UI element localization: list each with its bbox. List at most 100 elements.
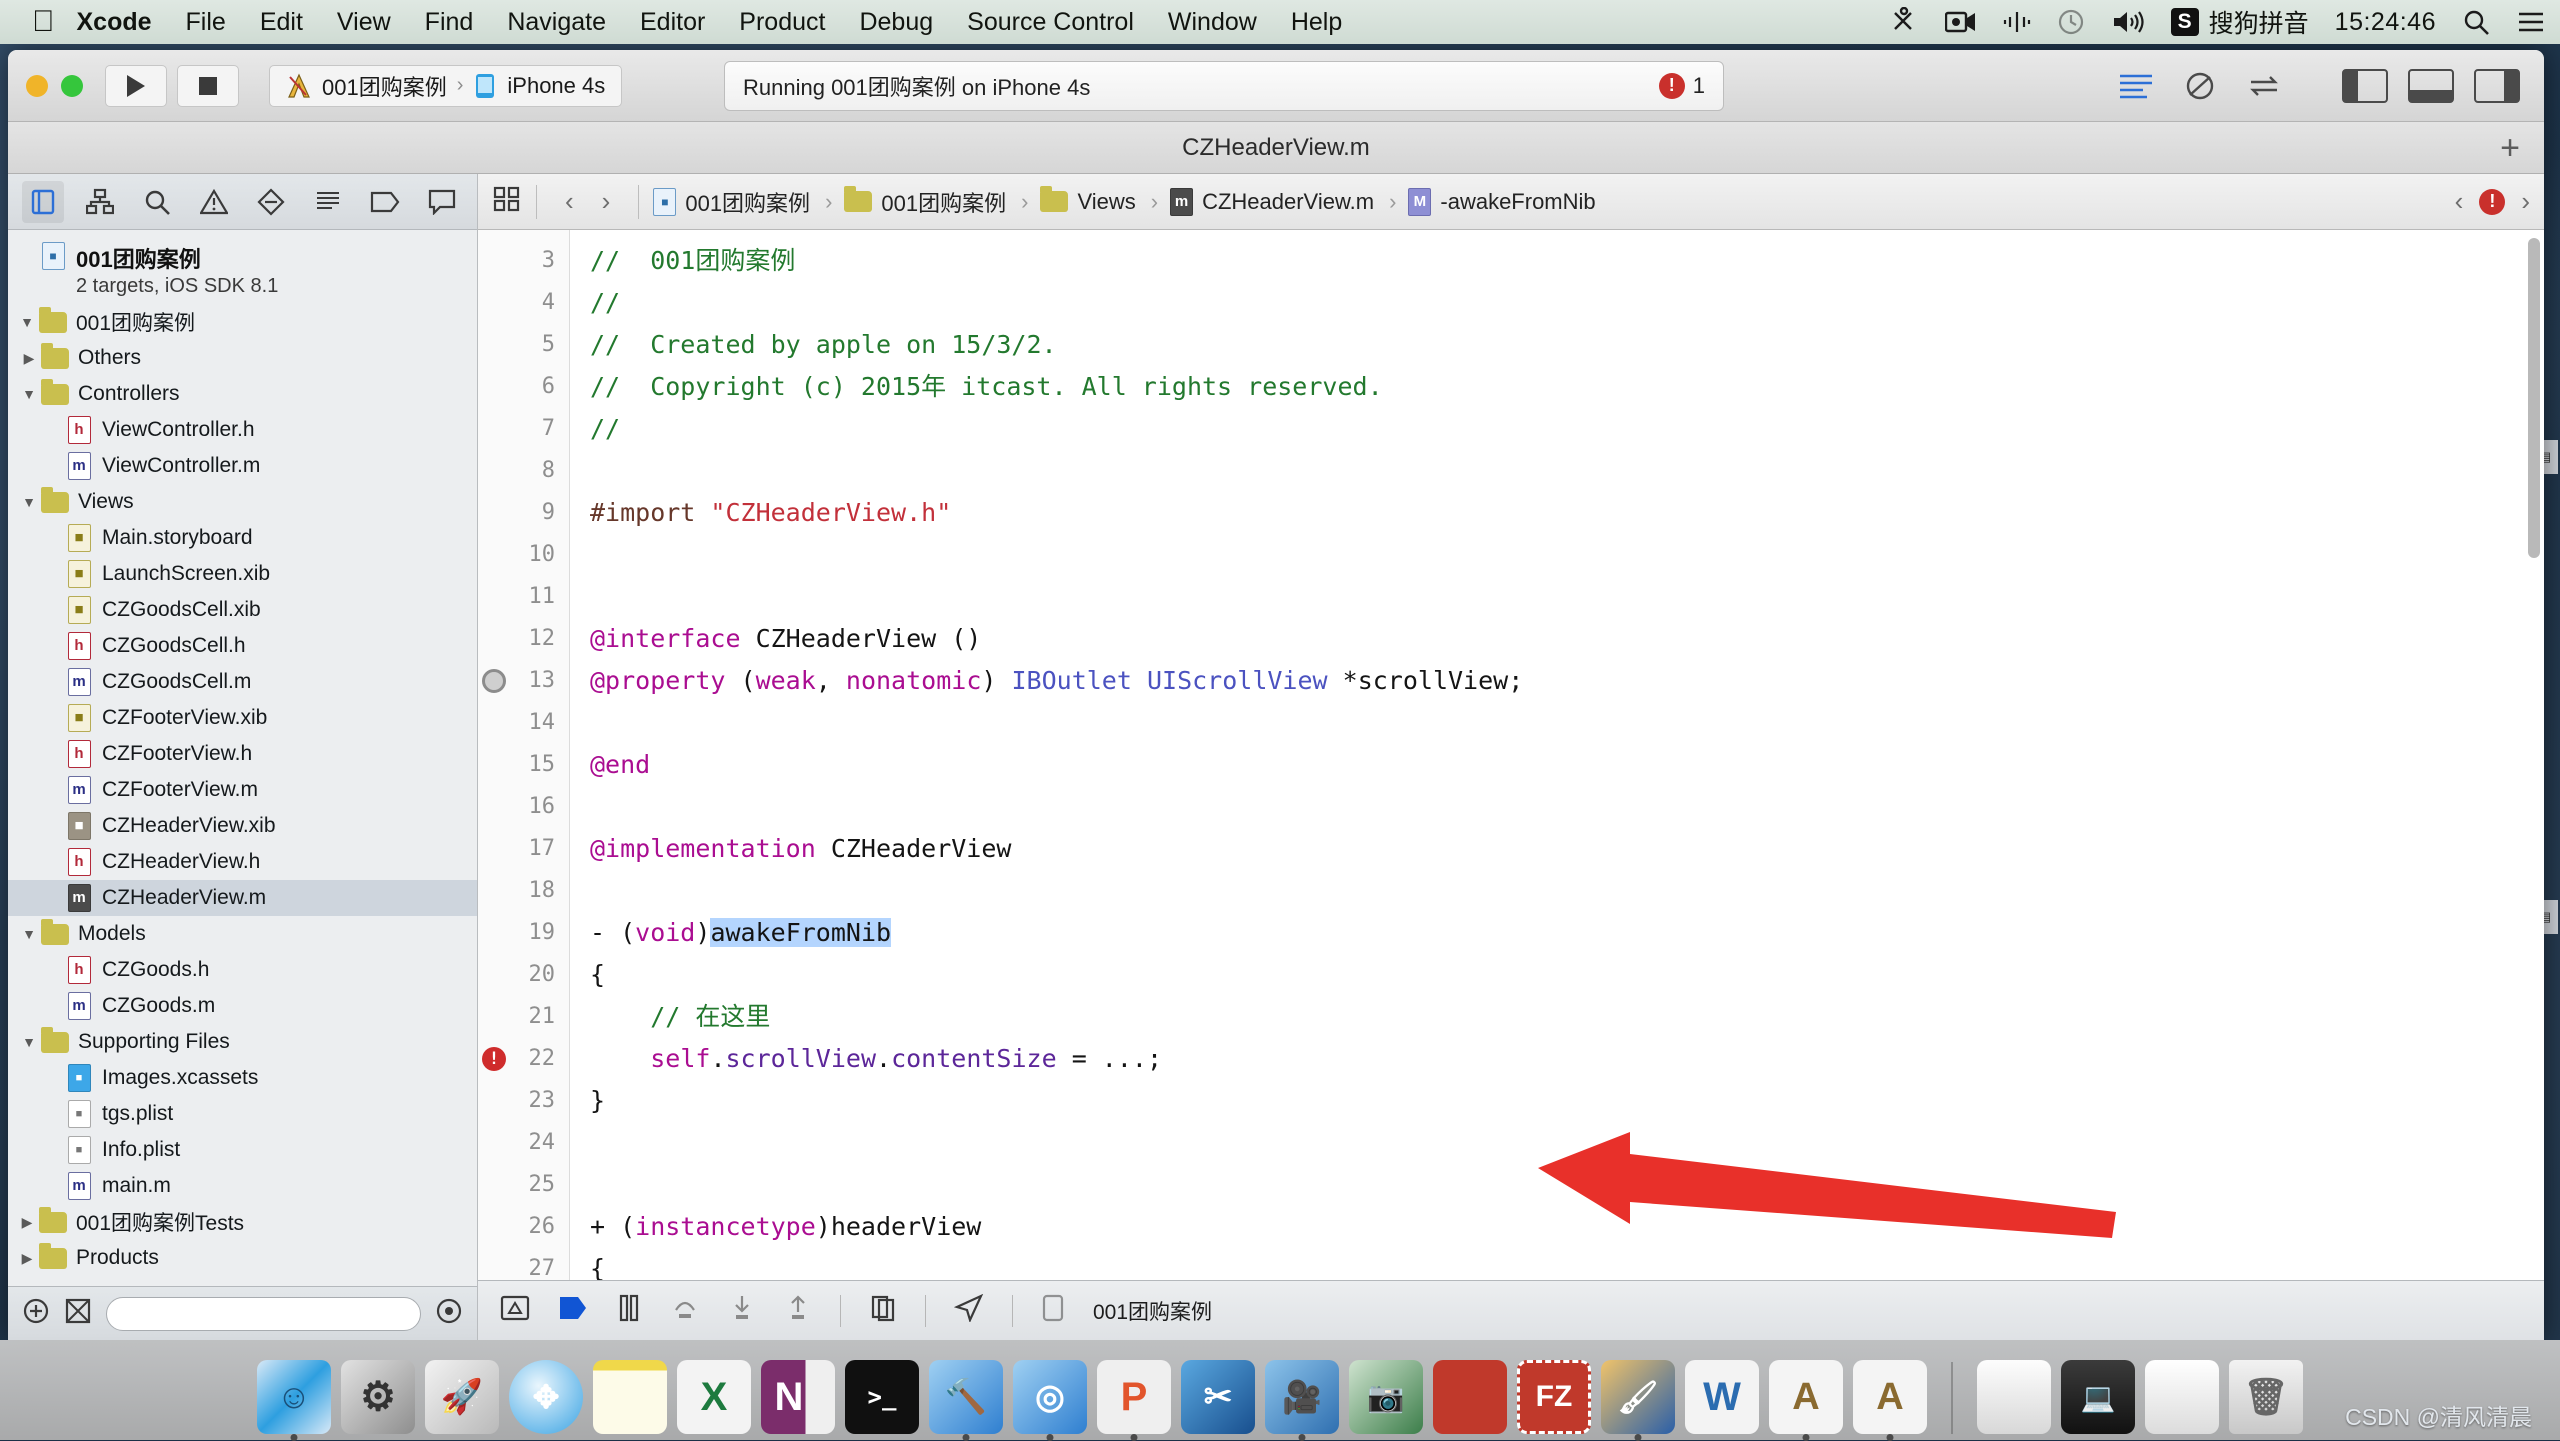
breakpoint-marker-icon[interactable]: [482, 669, 506, 693]
menu-item-xcode[interactable]: Xcode: [77, 8, 152, 37]
menu-bar-clock[interactable]: 15:24:46: [2335, 8, 2436, 37]
code-text[interactable]: // 001团购案例//// Created by apple on 15/3/…: [570, 230, 2544, 1280]
simulate-location-icon[interactable]: [954, 1294, 984, 1328]
code-line-14[interactable]: [590, 702, 2544, 744]
code-line-21[interactable]: // 在这里: [590, 996, 2544, 1038]
disclosure-triangle[interactable]: ▼: [18, 1034, 40, 1050]
line-number-23[interactable]: 23: [478, 1080, 569, 1122]
menu-item-view[interactable]: View: [337, 8, 391, 37]
code-line-22[interactable]: self.scrollView.contentSize = ...;: [590, 1038, 2544, 1080]
tree-row-main.m[interactable]: mmain.m: [8, 1168, 477, 1204]
tree-row-czheaderview.xib[interactable]: ■CZHeaderView.xib: [8, 808, 477, 844]
notification-center-icon[interactable]: [2516, 9, 2546, 35]
code-line-7[interactable]: //: [590, 408, 2544, 450]
stop-button[interactable]: [177, 65, 239, 107]
breadcrumb-views[interactable]: Views ›: [1040, 189, 1166, 215]
tree-row-views[interactable]: ▼Views: [8, 484, 477, 520]
menu-item-navigate[interactable]: Navigate: [507, 8, 606, 37]
recent-files-icon[interactable]: [435, 1297, 463, 1330]
memory-gauge-icon[interactable]: [1041, 1294, 1065, 1328]
project-navigator-tab[interactable]: [22, 181, 64, 223]
dock-item-notes[interactable]: [593, 1360, 667, 1434]
dock-item-launchpad[interactable]: 🚀: [425, 1360, 499, 1434]
continue-icon[interactable]: [558, 1295, 588, 1327]
apple-logo-icon[interactable]: : [32, 7, 55, 37]
disclosure-triangle[interactable]: ▼: [18, 494, 40, 510]
code-line-8[interactable]: [590, 450, 2544, 492]
tree-row-images.xcassets[interactable]: ■Images.xcassets: [8, 1060, 477, 1096]
dock-stack-documents[interactable]: [1977, 1360, 2051, 1434]
code-line-15[interactable]: @end: [590, 744, 2544, 786]
dock-item-pages-question[interactable]: P: [1097, 1360, 1171, 1434]
tree-row-others[interactable]: ▶Others: [8, 340, 477, 376]
tree-row-czgoodscell.m[interactable]: mCZGoodsCell.m: [8, 664, 477, 700]
pause-icon[interactable]: [616, 1294, 642, 1328]
editor-vertical-scrollbar[interactable]: [2528, 238, 2540, 558]
screen-record-icon[interactable]: [1945, 9, 1977, 35]
code-line-6[interactable]: // Copyright (c) 2015年 itcast. All right…: [590, 366, 2544, 408]
dock-item-font-book-a-2[interactable]: A: [1853, 1360, 1927, 1434]
toggle-navigator-icon[interactable]: [2342, 69, 2388, 103]
menu-item-product[interactable]: Product: [739, 8, 825, 37]
line-number-21[interactable]: 21: [478, 996, 569, 1038]
line-number-gutter[interactable]: 3456789101112131415161718192021!22232425…: [478, 230, 570, 1280]
step-out-icon[interactable]: [784, 1294, 812, 1328]
line-number-24[interactable]: 24: [478, 1122, 569, 1164]
line-number-13[interactable]: 13: [478, 660, 569, 702]
find-navigator-tab[interactable]: [136, 181, 178, 223]
tree-row-launchscreen.xib[interactable]: ■LaunchScreen.xib: [8, 556, 477, 592]
code-line-19[interactable]: - (void)awakeFromNib: [590, 912, 2544, 954]
code-line-10[interactable]: [590, 534, 2544, 576]
dock-item-paintbrush-app[interactable]: 🖌: [1601, 1360, 1675, 1434]
standard-editor-icon[interactable]: [2114, 66, 2158, 106]
line-number-9[interactable]: 9: [478, 492, 569, 534]
tree-row-czfooterview.h[interactable]: hCZFooterView.h: [8, 736, 477, 772]
disclosure-triangle[interactable]: ▶: [16, 1214, 38, 1231]
line-number-17[interactable]: 17: [478, 828, 569, 870]
line-number-22[interactable]: !22: [478, 1038, 569, 1080]
filter-icon[interactable]: [64, 1297, 92, 1330]
tree-row-czgoods.h[interactable]: hCZGoods.h: [8, 952, 477, 988]
dock-item-snipping-tool[interactable]: ✂: [1181, 1360, 1255, 1434]
hide-debug-area-icon[interactable]: [500, 1295, 530, 1327]
menu-item-window[interactable]: Window: [1168, 8, 1257, 37]
previous-issue-button[interactable]: ‹: [2455, 186, 2464, 217]
issue-navigator-tab[interactable]: [193, 181, 235, 223]
line-number-11[interactable]: 11: [478, 576, 569, 618]
dock-item-quicktime[interactable]: 🎥: [1265, 1360, 1339, 1434]
line-number-12[interactable]: 12: [478, 618, 569, 660]
tree-row-czfooterview.m[interactable]: mCZFooterView.m: [8, 772, 477, 808]
line-number-16[interactable]: 16: [478, 786, 569, 828]
step-over-icon[interactable]: [670, 1294, 700, 1328]
code-line-18[interactable]: [590, 870, 2544, 912]
tree-row-models[interactable]: ▼Models: [8, 916, 477, 952]
disclosure-triangle[interactable]: ▼: [16, 314, 38, 330]
dock-item-excel[interactable]: X: [677, 1360, 751, 1434]
tree-row-viewcontroller.h[interactable]: hViewController.h: [8, 412, 477, 448]
assistant-editor-icon[interactable]: [2178, 66, 2222, 106]
related-items-icon[interactable]: [492, 185, 522, 219]
line-number-19[interactable]: 19: [478, 912, 569, 954]
code-line-13[interactable]: @property (weak, nonatomic) IBOutlet UIS…: [590, 660, 2544, 702]
code-line-12[interactable]: @interface CZHeaderView (): [590, 618, 2544, 660]
scissors-icon[interactable]: [1889, 7, 1919, 37]
source-code-area[interactable]: 3456789101112131415161718192021!22232425…: [478, 230, 2544, 1280]
version-editor-icon[interactable]: [2242, 66, 2286, 106]
code-line-3[interactable]: // 001团购案例: [590, 240, 2544, 282]
navigate-back-button[interactable]: ‹: [551, 186, 588, 217]
line-number-20[interactable]: 20: [478, 954, 569, 996]
breadcrumb-project[interactable]: ■ 001团购案例 ›: [653, 186, 840, 218]
project-file-tree[interactable]: ■ 001团购案例 2 targets, iOS SDK 8.1 ▼001团购案…: [8, 230, 477, 1286]
run-button[interactable]: [105, 65, 167, 107]
tree-row-tgs.plist[interactable]: ■tgs.plist: [8, 1096, 477, 1132]
spotlight-search-icon[interactable]: [2462, 8, 2490, 36]
dock-item-terminal[interactable]: >_: [845, 1360, 919, 1434]
line-number-6[interactable]: 6: [478, 366, 569, 408]
toggle-utilities-icon[interactable]: [2474, 69, 2520, 103]
dock-item-stamp-app[interactable]: [1433, 1360, 1507, 1434]
line-number-7[interactable]: 7: [478, 408, 569, 450]
tree-row-supportingfiles[interactable]: ▼Supporting Files: [8, 1024, 477, 1060]
code-line-16[interactable]: [590, 786, 2544, 828]
dock-item-word[interactable]: W: [1685, 1360, 1759, 1434]
add-file-icon[interactable]: [22, 1297, 50, 1330]
